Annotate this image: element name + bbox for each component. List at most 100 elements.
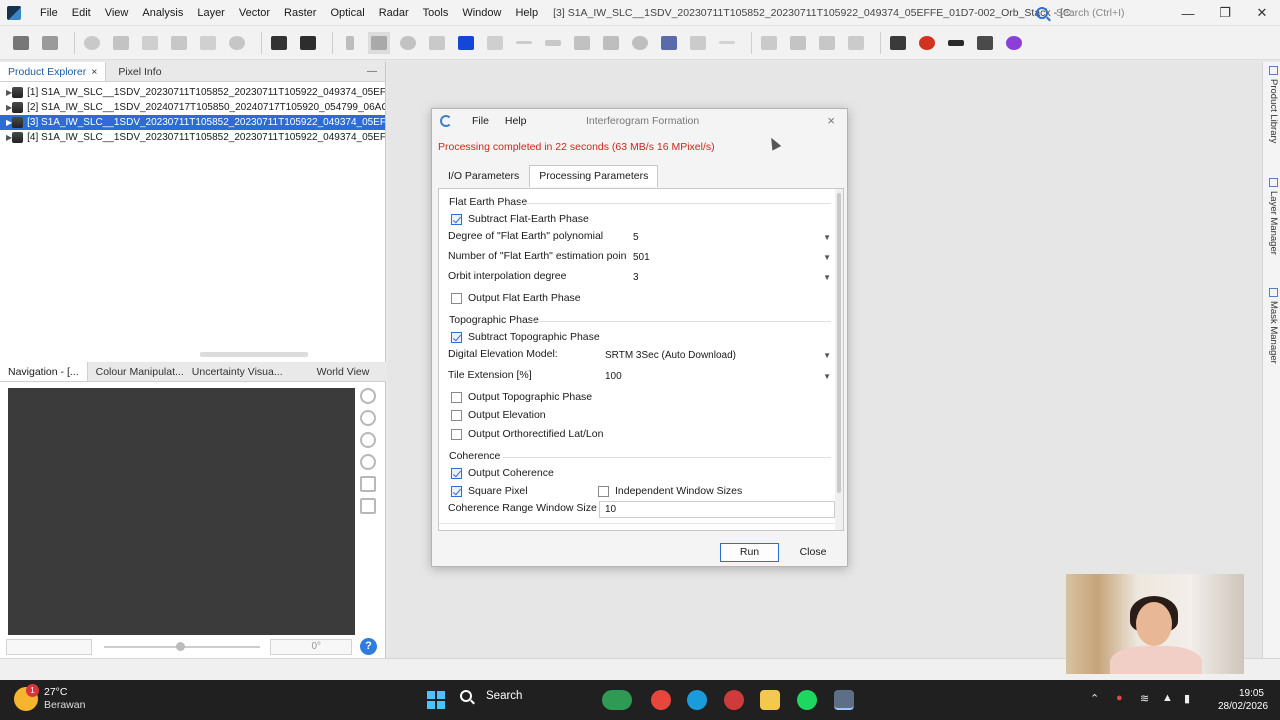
menu-raster[interactable]: Raster: [277, 0, 323, 26]
dialog-vertical-scrollbar[interactable]: [835, 189, 843, 530]
plugin-red-icon[interactable]: [916, 32, 938, 54]
sync-cursor-icon[interactable]: [360, 498, 376, 514]
output-orthorectified-checkbox[interactable]: Output Orthorectified Lat/Lon: [451, 428, 603, 440]
tile-grid-icon[interactable]: [816, 32, 838, 54]
menu-file[interactable]: File: [33, 0, 65, 26]
pin-tool-icon[interactable]: [168, 32, 190, 54]
flat-earth-degree-select[interactable]: 5 ▼: [627, 229, 835, 246]
tab-pixel-info[interactable]: Pixel Info: [110, 62, 169, 81]
subtract-topographic-checkbox[interactable]: Subtract Topographic Phase: [451, 331, 600, 343]
output-elevation-checkbox[interactable]: Output Elevation: [451, 409, 546, 421]
tile-floating-icon[interactable]: [845, 32, 867, 54]
tile-extension-select[interactable]: 100 ▼: [599, 368, 835, 385]
side-tab-product-library[interactable]: Product Library: [1265, 66, 1279, 143]
system-clock[interactable]: 19:05 28/02/2026: [1218, 687, 1268, 713]
polygon-tool-icon[interactable]: [571, 32, 593, 54]
close-window-icon[interactable]: ✕: [1244, 0, 1280, 26]
output-topographic-checkbox[interactable]: Output Topographic Phase: [451, 391, 592, 403]
independent-window-sizes-checkbox[interactable]: Independent Window Sizes: [598, 485, 742, 497]
layer-tool-icon[interactable]: [81, 32, 103, 54]
pan-tool-icon[interactable]: [368, 31, 390, 54]
windows-start-icon[interactable]: [427, 691, 445, 709]
checkbox-box[interactable]: [598, 485, 609, 497]
magic-wand-icon[interactable]: [600, 32, 622, 54]
screen-recorder-icon[interactable]: [724, 690, 744, 710]
side-tab-mask-manager[interactable]: Mask Manager: [1265, 288, 1279, 364]
menu-help[interactable]: Help: [508, 0, 545, 26]
tab-uncertainty-visualisation[interactable]: Uncertainty Visua...: [184, 362, 291, 381]
range-finder-icon[interactable]: [687, 32, 709, 54]
orbit-interpolation-select[interactable]: 3 ▼: [627, 269, 835, 286]
maximize-window-icon[interactable]: ❐: [1207, 0, 1243, 26]
close-button[interactable]: Close: [785, 543, 841, 562]
edge-icon[interactable]: [687, 690, 707, 710]
minimize-panel-icon[interactable]: —: [367, 66, 377, 77]
gear-tool-icon[interactable]: [110, 32, 132, 54]
run-button[interactable]: Run: [720, 543, 779, 562]
output-flat-earth-checkbox[interactable]: Output Flat Earth Phase: [451, 292, 581, 304]
spotify-icon[interactable]: [797, 690, 817, 710]
rectangle-tool-icon[interactable]: [455, 32, 477, 54]
chrome-icon[interactable]: [651, 690, 671, 710]
product-item-3[interactable]: ▶ [3] S1A_IW_SLC__1SDV_20230711T105852_20…: [0, 115, 385, 130]
product-item-2[interactable]: ▶ [2] S1A_IW_SLC__1SDV_20240717T105850_20…: [0, 100, 385, 115]
binary-data-icon[interactable]: [974, 32, 996, 54]
taskbar-search[interactable]: Search: [460, 690, 522, 702]
product-item-1[interactable]: ▶ [1] S1A_IW_SLC__1SDV_20230711T105852_20…: [0, 85, 385, 100]
checkbox-box[interactable]: [451, 292, 462, 304]
tile-vertical-icon[interactable]: [787, 32, 809, 54]
menu-optical[interactable]: Optical: [323, 0, 371, 26]
coherence-range-window-input[interactable]: 10: [599, 501, 835, 518]
menu-tools[interactable]: Tools: [416, 0, 456, 26]
zoom-out-icon[interactable]: [360, 410, 376, 426]
menu-analysis[interactable]: Analysis: [135, 0, 190, 26]
menu-layer[interactable]: Layer: [190, 0, 232, 26]
dialog-menu-help[interactable]: Help: [497, 115, 535, 127]
measure-tool-icon[interactable]: [716, 32, 738, 54]
save-product-icon[interactable]: [39, 32, 61, 54]
battery-icon[interactable]: ▮: [1184, 692, 1190, 705]
microphone-icon[interactable]: ●: [1116, 692, 1123, 704]
tile-horizontal-icon[interactable]: [758, 32, 780, 54]
rotation-field[interactable]: 0°: [270, 639, 352, 655]
plugin-purple-icon[interactable]: [1003, 32, 1025, 54]
pin-placing-icon[interactable]: [426, 32, 448, 54]
screenshot-icon[interactable]: [887, 32, 909, 54]
tab-product-explorer[interactable]: Product Explorer ×: [0, 62, 107, 81]
tab-io-parameters[interactable]: I/O Parameters: [438, 165, 529, 187]
horizontal-scrollbar[interactable]: [200, 352, 308, 357]
menu-vector[interactable]: Vector: [232, 0, 277, 26]
line-tool-icon[interactable]: [513, 32, 535, 54]
square-pixel-checkbox[interactable]: Square Pixel: [451, 485, 528, 497]
minimize-window-icon[interactable]: —: [1170, 0, 1206, 26]
checkbox-box[interactable]: [451, 331, 462, 343]
navigation-canvas[interactable]: [8, 388, 355, 635]
menu-view[interactable]: View: [98, 0, 136, 26]
chevron-up-icon[interactable]: ⌃: [1090, 692, 1099, 705]
zoom-slider[interactable]: [104, 642, 260, 651]
flat-earth-points-select[interactable]: 501 ▼: [627, 249, 835, 266]
open-product-icon[interactable]: [10, 32, 32, 54]
close-tab-icon[interactable]: ×: [91, 66, 97, 78]
checkbox-box[interactable]: [451, 391, 462, 403]
copilot-app-icon[interactable]: [602, 690, 632, 710]
gcp-tool-icon[interactable]: [197, 32, 219, 54]
menu-edit[interactable]: Edit: [65, 0, 98, 26]
checkbox-box[interactable]: [451, 467, 462, 479]
menu-radar[interactable]: Radar: [372, 0, 416, 26]
zoom-in-icon[interactable]: [360, 388, 376, 404]
grid-tool-icon[interactable]: [139, 32, 161, 54]
dem-select[interactable]: SRTM 3Sec (Auto Download) ▼: [599, 347, 835, 364]
checkbox-box[interactable]: [451, 213, 462, 225]
subtract-flat-earth-checkbox[interactable]: Subtract Flat-Earth Phase: [451, 213, 589, 225]
ellipse-tool-icon[interactable]: [629, 32, 651, 54]
network-icon[interactable]: ≋: [1140, 692, 1149, 705]
polyline-tool-icon[interactable]: [542, 32, 564, 54]
tab-world-view[interactable]: World View: [309, 362, 378, 381]
sync-views-icon[interactable]: [360, 476, 376, 492]
zoom-factor-field[interactable]: [6, 639, 92, 655]
image-view-icon[interactable]: [658, 32, 680, 54]
graph-builder-icon[interactable]: [268, 32, 290, 54]
zoom-tool-icon[interactable]: [397, 32, 419, 54]
tab-navigation[interactable]: Navigation - [...: [0, 362, 88, 381]
